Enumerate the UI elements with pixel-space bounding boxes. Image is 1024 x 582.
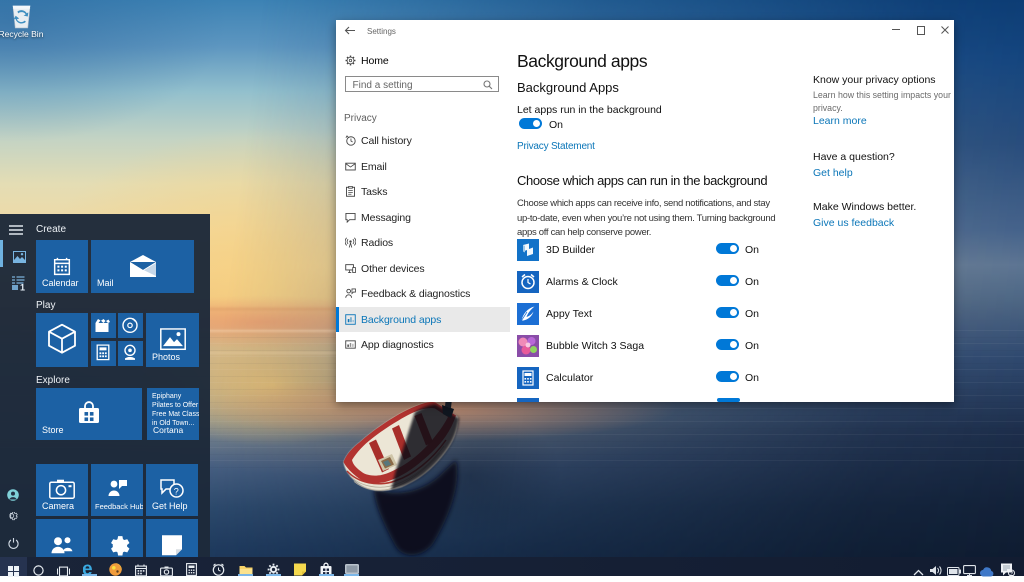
svg-text:2: 2	[1010, 571, 1014, 577]
svg-text:?: ?	[174, 487, 179, 497]
svg-text:1: 1	[20, 283, 25, 292]
